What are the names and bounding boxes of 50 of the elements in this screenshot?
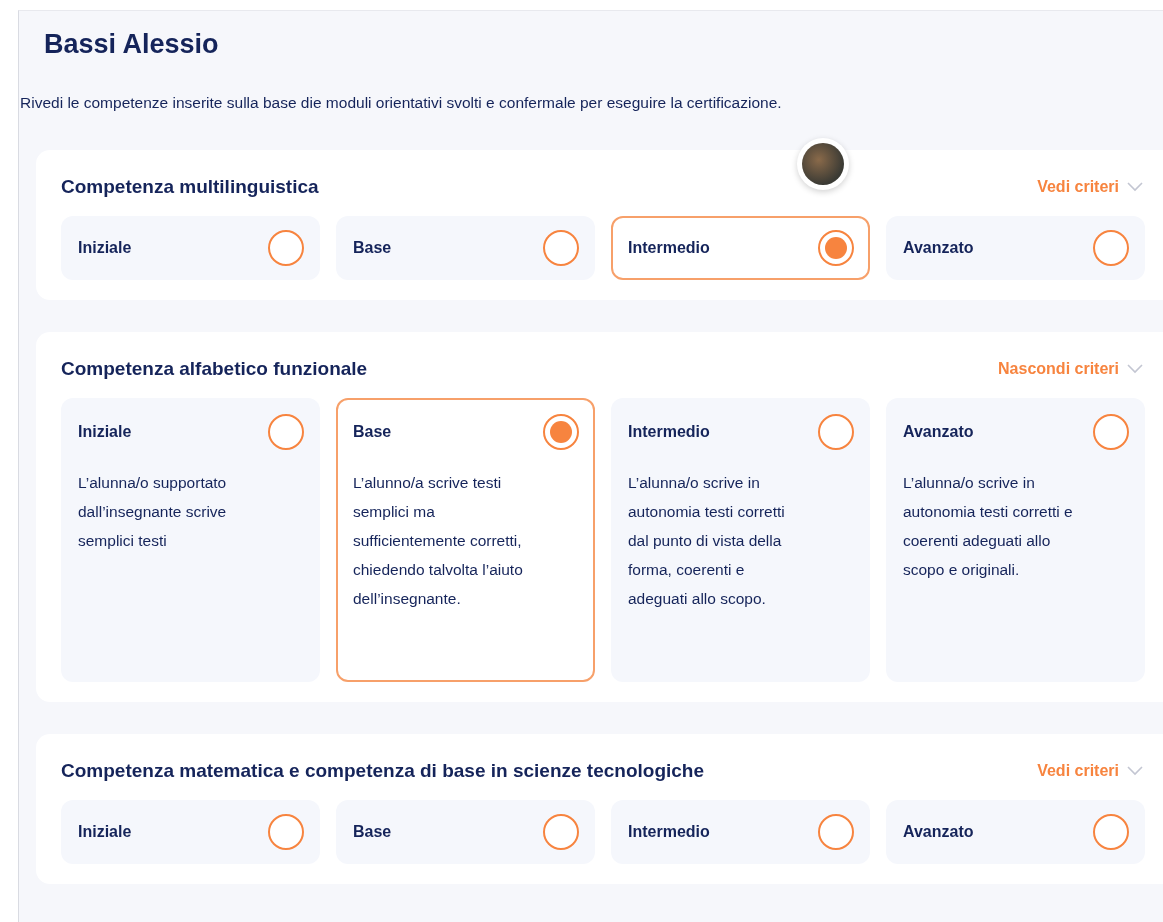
radio-button[interactable] — [818, 414, 854, 450]
level-label: Iniziale — [78, 239, 132, 257]
level-label: Intermedio — [628, 823, 710, 841]
level-option[interactable]: Base L’alunno/a scrive testi semplici ma sufficientemente corretti, chiedendo talvolta l’aiuto dell’insegnante. — [336, 398, 595, 682]
level-label: Intermedio — [628, 423, 710, 441]
level-label: Avanzato — [903, 423, 974, 441]
level-option[interactable]: Iniziale — [61, 800, 320, 864]
radio-button[interactable] — [1093, 814, 1129, 850]
competence-title: Competenza multilinguistica — [61, 176, 319, 198]
level-option[interactable]: Avanzato — [886, 216, 1145, 280]
radio-button[interactable] — [818, 230, 854, 266]
competence-title: Competenza matematica e competenza di base in scienze tecnologiche — [61, 760, 705, 782]
radio-button[interactable] — [1093, 230, 1129, 266]
level-option[interactable]: Intermedio L’alunna/o scrive in autonomia testi corretti dal punto di vista della forma, coerenti e adeguati allo scopo. — [611, 398, 870, 682]
student-name: Bassi Alessio — [44, 29, 220, 60]
radio-button[interactable] — [543, 814, 579, 850]
level-label: Iniziale — [78, 423, 132, 441]
level-option[interactable]: Avanzato L’alunna/o scrive in autonomia testi corretti e coerenti adeguati allo scopo e originali. — [886, 398, 1145, 682]
level-description: L’alunna/o scrive in autonomia testi corretti dal punto di vista della forma, coerenti e adeguati allo scopo. — [628, 473, 786, 609]
level-label: Base — [353, 823, 392, 841]
chevron-down-icon — [1127, 182, 1143, 192]
level-label: Base — [353, 239, 392, 257]
level-description: L’alunna/o scrive in autonomia testi corretti e coerenti adeguati allo scopo e originali. — [903, 473, 1074, 580]
level-description: L’alunno/a scrive testi semplici ma sufficientemente corretti, chiedendo talvolta l’aiuto dell’insegnante. — [353, 473, 524, 609]
level-label: Iniziale — [78, 823, 132, 841]
chevron-down-icon — [1127, 364, 1143, 374]
level-option[interactable]: Intermedio — [611, 800, 870, 864]
radio-button[interactable] — [268, 230, 304, 266]
level-option[interactable]: Base — [336, 800, 595, 864]
radio-button[interactable] — [268, 814, 304, 850]
level-label: Base — [353, 423, 392, 441]
level-option[interactable]: Iniziale L’alunna/o supportato dall’insegnante scrive semplici testi — [61, 398, 320, 682]
radio-button[interactable] — [1093, 414, 1129, 450]
radio-button[interactable] — [543, 230, 579, 266]
competence-title: Competenza alfabetico funzionale — [61, 358, 368, 380]
avatar[interactable] — [797, 138, 849, 190]
level-option[interactable]: Base — [336, 216, 595, 280]
level-option[interactable]: Intermedio — [611, 216, 870, 280]
intro-text: Rivedi le competenze inserite sulla base die moduli orientativi svolti e confermale per eseguire la certificazione. — [20, 94, 783, 112]
chevron-down-icon — [1127, 766, 1143, 776]
level-description: L’alunna/o supportato dall’insegnante scrive semplici testi — [78, 473, 228, 551]
radio-button[interactable] — [543, 414, 579, 450]
level-option[interactable]: Avanzato — [886, 800, 1145, 864]
photo-placeholder — [802, 143, 844, 185]
level-label: Avanzato — [903, 823, 974, 841]
radio-button[interactable] — [268, 414, 304, 450]
radio-button[interactable] — [818, 814, 854, 850]
level-label: Intermedio — [628, 239, 710, 257]
level-option[interactable]: Iniziale — [61, 216, 320, 280]
level-label: Avanzato — [903, 239, 974, 257]
